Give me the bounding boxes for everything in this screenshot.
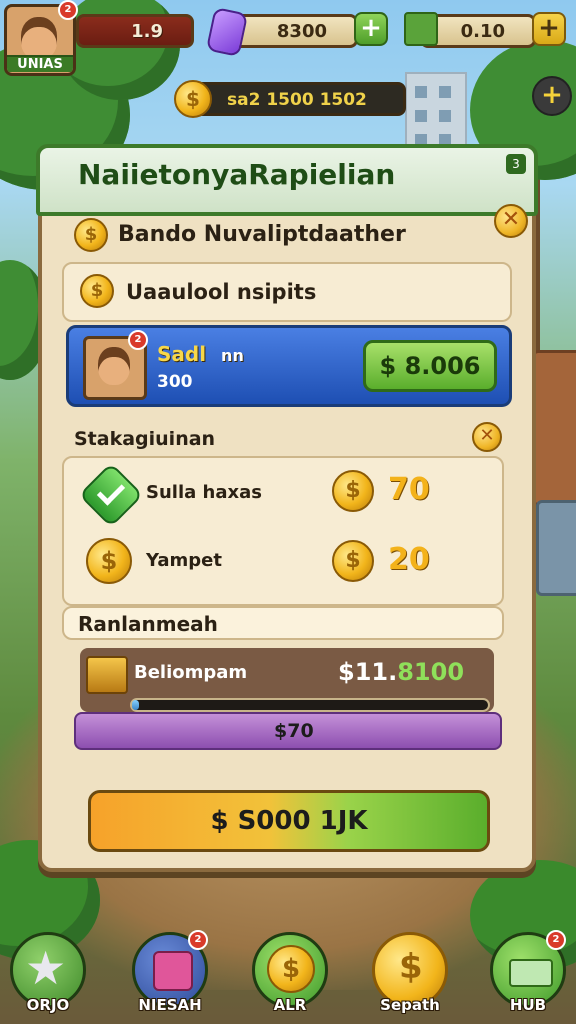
panel-title: NaiietonyaRapielian xyxy=(78,158,396,191)
close-button[interactable]: ✕ xyxy=(494,204,528,238)
coin-icon: $ xyxy=(174,80,212,118)
gem-icon xyxy=(205,6,249,58)
avatar-notification-badge: 2 xyxy=(58,0,78,20)
purple-value-bar: $70 xyxy=(74,712,502,750)
resource-bar-gems: 8300 xyxy=(230,14,358,48)
resource-bar-energy: 1.9 xyxy=(76,14,194,48)
resource-energy-value: 1.9 xyxy=(131,21,163,42)
dollar-icon: $ xyxy=(399,947,423,987)
upgrade-section-label: Ranlanmeah xyxy=(78,612,218,636)
background-shed xyxy=(536,500,576,596)
nav-niesah-badge: 2 xyxy=(188,930,208,950)
reward-label-1: Sulla haxas xyxy=(146,482,262,503)
player-avatar-label: UNIAS xyxy=(7,55,73,72)
chest-icon xyxy=(86,656,128,694)
player-name: Sadl xyxy=(157,342,207,366)
player-card-badge: 2 xyxy=(128,330,148,350)
panel-header-line: Bando Nuvaliptdaather xyxy=(118,222,406,247)
upgrade-progress-bar xyxy=(130,698,490,712)
upgrade-label: Beliompam xyxy=(134,662,248,683)
panel-title-badge: 3 xyxy=(506,154,526,174)
section-dismiss-button[interactable]: ✕ xyxy=(472,422,502,452)
upgrade-progress-fill xyxy=(132,700,140,710)
coin-icon: $ xyxy=(332,470,374,512)
gift-icon xyxy=(153,951,193,991)
resource-gems-value: 8300 xyxy=(276,21,327,42)
upgrade-price-suffix: 8100 xyxy=(397,658,465,686)
player-value: 300 xyxy=(157,372,193,392)
rewards-section xyxy=(62,456,504,606)
add-coins-button[interactable]: + xyxy=(532,76,572,116)
reward-amount-1: 70 xyxy=(388,472,430,507)
section-label: Stakagiuinan xyxy=(74,428,216,450)
resource-materials-value: 0.10 xyxy=(460,21,505,42)
materials-icon xyxy=(404,12,438,46)
coin-icon: $ xyxy=(86,538,132,584)
coin-balance-value: sa2 1500 1502 xyxy=(227,90,367,110)
nav-label-hub: HUB xyxy=(509,996,547,1014)
panel-title-bar: NaiietonyaRapielian 3 xyxy=(36,144,538,216)
coin-balance-bar: sa2 1500 1502 xyxy=(180,82,406,116)
reward-label-2: Yampet xyxy=(146,550,222,571)
background-hut xyxy=(532,350,576,506)
add-gems-button[interactable]: + xyxy=(354,12,388,46)
coin-icon: $ xyxy=(80,274,114,308)
add-materials-button[interactable]: + xyxy=(532,12,566,46)
upgrade-price-prefix: $11. xyxy=(338,658,398,686)
coin-icon: $ xyxy=(267,945,315,993)
star-icon: ★ xyxy=(25,941,67,995)
reward-amount-2: 20 xyxy=(388,542,430,577)
player-name-suffix: nn xyxy=(221,346,244,365)
purple-bar-value: $70 xyxy=(274,720,314,742)
coin-icon: $ xyxy=(74,218,108,252)
nav-label-orjo: ORJO xyxy=(26,996,70,1014)
nav-hub-badge: 2 xyxy=(546,930,566,950)
nav-label-alr: ALR xyxy=(273,996,307,1014)
nav-label-niesah: NIESAH xyxy=(138,996,202,1014)
nav-label-sepath: Sepath xyxy=(380,996,440,1014)
buy-button[interactable]: $ S000 1JK xyxy=(88,790,490,852)
panel-subheader: Uaaulool nsipits xyxy=(126,280,317,304)
cash-icon xyxy=(509,959,553,987)
coin-icon: $ xyxy=(332,540,374,582)
player-price-button[interactable]: $ 8.006 xyxy=(363,340,497,392)
